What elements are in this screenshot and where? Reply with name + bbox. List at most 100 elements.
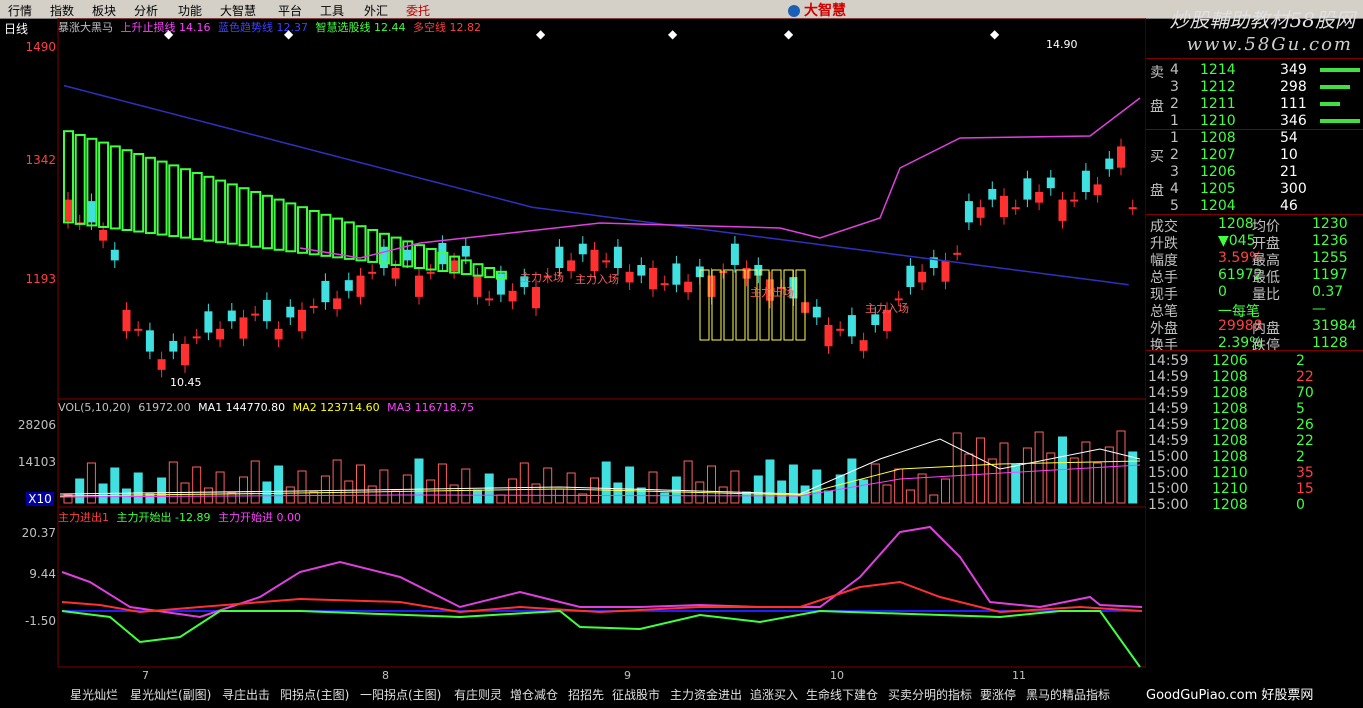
indicator-tab-2[interactable]: 寻庄出击 — [222, 686, 270, 703]
panel-row: 14:59 1208 70 — [1146, 385, 1363, 401]
candle-16 — [251, 313, 260, 316]
tick-volume: 5 — [1296, 401, 1305, 417]
indicator-tab-12[interactable]: 买卖分明的指标 — [888, 686, 972, 703]
indicator-tab-14[interactable]: 黑马的精品指标 — [1026, 686, 1110, 703]
tick-time: 14:59 — [1148, 433, 1189, 449]
buy-volume: 46 — [1280, 198, 1298, 214]
indicator-tab-11[interactable]: 生命线下建仓 — [806, 686, 878, 703]
vol-bar-75 — [941, 478, 950, 504]
panel-divider — [1146, 129, 1363, 130]
band-25 — [355, 225, 367, 262]
indicator-tab-9[interactable]: 主力资金进出 — [670, 686, 742, 703]
quote-value-2: 1230 — [1312, 216, 1348, 232]
panel-row: 14:59 1206 2 — [1146, 353, 1363, 369]
candle-33 — [450, 260, 459, 272]
indicator-tab-8[interactable]: 征战股市 — [612, 686, 660, 703]
sell-level: 3 — [1170, 79, 1179, 95]
watermark: 炒股輔助教材58股网 — [1169, 8, 1355, 32]
tick-price: 1210 — [1212, 481, 1248, 497]
buy-level: 3 — [1170, 164, 1179, 180]
vol-bar-83 — [1034, 431, 1044, 504]
candle-17 — [262, 299, 271, 322]
indicator-tab-6[interactable]: 增仓减仓 — [510, 686, 558, 703]
tick-price: 1206 — [1212, 353, 1248, 369]
menu-item-5[interactable]: 大智慧 — [220, 2, 256, 19]
candle-24 — [344, 280, 353, 291]
candle-42 — [555, 246, 564, 268]
panel-row: 总笔 一每笔 — — [1146, 301, 1363, 320]
band-22 — [320, 213, 332, 257]
quote-value-2: 31984 — [1312, 318, 1357, 334]
vol-bar-53 — [683, 460, 693, 504]
indicator-tab-13[interactable]: 要涨停 — [980, 686, 1016, 703]
vol-bar-71 — [894, 468, 904, 504]
indicator-tab-4[interactable]: 一阳拐点(主图) — [360, 686, 441, 703]
candle-13 — [216, 328, 225, 340]
candle-38 — [508, 290, 517, 302]
low-label: 10.45 — [170, 376, 202, 389]
indicator-tab-7[interactable]: 招招先 — [568, 686, 604, 703]
candle-5 — [122, 309, 131, 332]
panel-row: 15:00 1208 2 — [1146, 449, 1363, 465]
candle-85 — [1058, 199, 1067, 221]
panel-row: 总手 61972 最低 1197 — [1146, 267, 1363, 286]
sell-label-2: 盘 — [1150, 99, 1164, 115]
panel-row: 换手 2.39% 跌停 1128 — [1146, 335, 1363, 354]
indicator-tab-0[interactable]: 星光灿烂 — [70, 686, 118, 703]
candle-65 — [824, 325, 833, 347]
candle-14 — [227, 310, 236, 322]
menu-item-2[interactable]: 板块 — [92, 2, 116, 19]
vol-bar-25 — [356, 464, 365, 504]
vol-bar-1 — [75, 478, 85, 504]
sell-depth-bar — [1320, 119, 1360, 123]
candle-83 — [1035, 192, 1044, 203]
annotation-0: 主力入场 — [520, 270, 564, 284]
band-24 — [343, 221, 355, 260]
main-force-out — [61, 609, 1141, 668]
vol-bar-43 — [566, 472, 576, 504]
price-chart[interactable]: ◆ ◆ ◆ ◆ ◆ ◆主力入场 主力入场主力出场主力入场14.9010.45 — [0, 18, 1146, 399]
indicator-tab-3[interactable]: 阳拐点(主图) — [280, 686, 349, 703]
vol-bar-62 — [788, 464, 798, 504]
band-8 — [156, 160, 168, 236]
vol-bar-48 — [625, 466, 635, 504]
indicator-tab-1[interactable]: 星光灿烂(副图) — [130, 686, 211, 703]
candle-87 — [1081, 170, 1090, 192]
vol-bar-6 — [133, 472, 143, 504]
sell-price: 1210 — [1200, 113, 1236, 129]
tick-price: 1208 — [1212, 417, 1248, 433]
vol-bar-21 — [309, 491, 319, 504]
vol-bar-5 — [122, 488, 131, 504]
menu-item-0[interactable]: 行情 — [8, 2, 32, 19]
indicator-tab-5[interactable]: 有庄则灵 — [454, 686, 502, 703]
candle-4 — [110, 249, 119, 261]
menu-item-7[interactable]: 工具 — [320, 2, 344, 19]
menu-item-6[interactable]: 平台 — [278, 2, 302, 19]
indicator-chart[interactable]: 7 8 9 10 11 — [0, 507, 1146, 682]
band-16 — [250, 191, 262, 248]
vol-bar-8 — [157, 477, 167, 504]
candle-22 — [321, 280, 330, 303]
menu-item-1[interactable]: 指数 — [50, 2, 74, 19]
indicator-tab-10[interactable]: 追涨买入 — [750, 686, 798, 703]
candle-47 — [613, 246, 622, 268]
menu-item-8[interactable]: 外汇 — [364, 2, 388, 19]
candle-66 — [836, 328, 845, 331]
panel-row: 买 — [1146, 146, 1363, 165]
tick-price: 1210 — [1212, 465, 1248, 481]
candle-40 — [532, 287, 540, 309]
quote-value-2: 1255 — [1312, 250, 1348, 266]
menu-item-9[interactable]: 委托 — [406, 2, 430, 19]
x-month-3: 10 — [830, 669, 844, 682]
tick-volume: 35 — [1296, 465, 1314, 481]
tick-price: 1208 — [1212, 369, 1248, 385]
footer-watermark: GoodGuPiao.com 好股票网 — [1146, 688, 1314, 703]
vol-bar-46 — [601, 461, 611, 504]
vol-bar-34 — [461, 468, 471, 504]
band-10 — [180, 168, 191, 239]
menu-item-4[interactable]: 功能 — [178, 2, 202, 19]
watermark-url: www.58Gu.com — [1186, 34, 1353, 55]
band-15 — [238, 187, 250, 247]
menu-item-3[interactable]: 分析 — [134, 2, 158, 19]
volume-chart[interactable] — [0, 399, 1146, 507]
